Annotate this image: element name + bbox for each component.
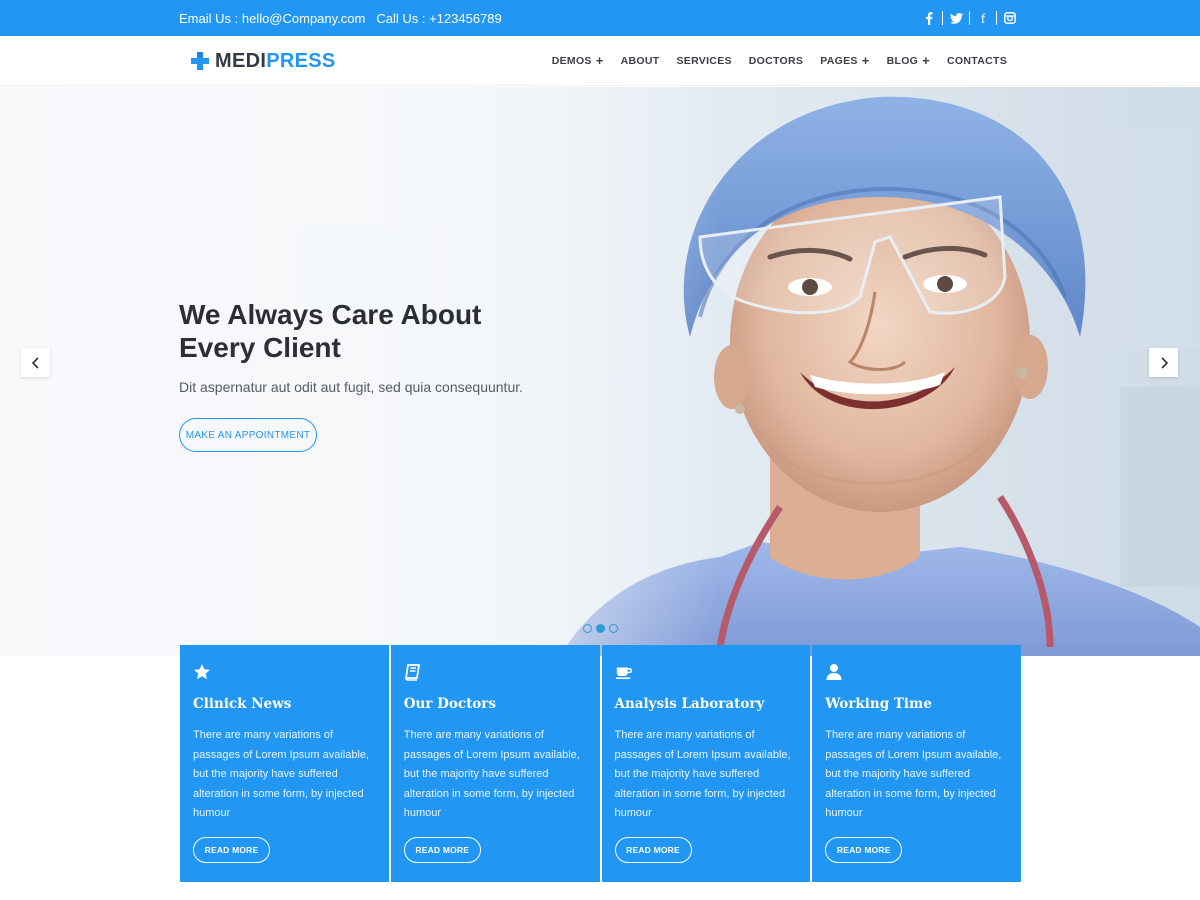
read-more-button[interactable]: READ MORE bbox=[403, 837, 481, 863]
star-icon bbox=[194, 664, 210, 680]
nav-item-doctors[interactable]: DOCTORS bbox=[749, 55, 803, 67]
submenu-plus-icon: + bbox=[595, 53, 604, 68]
nav-item-label: DOCTORS bbox=[748, 55, 804, 67]
slider-pagination bbox=[583, 624, 618, 633]
card-text: There are many variations of passages of… bbox=[825, 729, 1002, 819]
read-more-button[interactable]: READ MORE bbox=[614, 837, 692, 863]
nav-item-services[interactable]: SERVICES bbox=[676, 55, 731, 67]
medical-cross-icon bbox=[191, 52, 209, 70]
card-title: Analysis Laboratory bbox=[614, 696, 765, 712]
nav-item-demos[interactable]: DEMOS + bbox=[551, 53, 604, 68]
chevron-right-icon bbox=[1160, 356, 1168, 369]
main-navbar: MEDIPRESS DEMOS + ABOUT SERVICES DOCTORS … bbox=[0, 36, 1200, 86]
nav-item-label: DEMOS bbox=[551, 55, 592, 67]
nav-item-label: CONTACTS bbox=[947, 55, 1007, 67]
site-logo[interactable]: MEDIPRESS bbox=[190, 49, 336, 73]
card-text: There are many variations of passages of… bbox=[614, 729, 791, 819]
card-title: Clinick News bbox=[193, 696, 292, 712]
slider-prev-button[interactable] bbox=[21, 348, 50, 377]
read-more-button[interactable]: READ MORE bbox=[825, 837, 903, 863]
slider-next-button[interactable] bbox=[1149, 348, 1178, 377]
nav-item-label: PAGES bbox=[820, 55, 858, 67]
social-links: f bbox=[922, 0, 1017, 36]
contact-info: Email Us : hello@Company.com Call Us : +… bbox=[179, 0, 502, 36]
logo-text-dark: MEDI bbox=[215, 49, 267, 72]
logo-text: MEDIPRESS bbox=[215, 50, 336, 73]
social-divider bbox=[969, 11, 970, 25]
hero-title-line: Every Client bbox=[179, 332, 341, 363]
contact-email[interactable]: Email Us : hello@Company.com bbox=[179, 11, 365, 26]
chevron-left-icon bbox=[31, 356, 39, 369]
twitter-icon[interactable] bbox=[949, 11, 963, 25]
user-icon bbox=[826, 664, 842, 680]
nav-item-about[interactable]: ABOUT bbox=[621, 55, 660, 67]
hero-title-line: We Always Care About bbox=[179, 299, 482, 330]
book-icon bbox=[404, 664, 420, 681]
nav-item-label: BLOG bbox=[886, 55, 919, 67]
nav-item-label: ABOUT bbox=[620, 55, 660, 67]
social-divider bbox=[942, 11, 943, 25]
service-card-our-doctors: Our Doctors There are many variations of… bbox=[390, 645, 600, 882]
service-card-analysis-laboratory: Analysis Laboratory There are many varia… bbox=[601, 645, 811, 882]
nav-item-contacts[interactable]: CONTACTS bbox=[947, 55, 1007, 67]
social-divider bbox=[996, 11, 997, 25]
hero-overlay bbox=[0, 87, 720, 656]
google-plus-glyph: f bbox=[981, 12, 986, 25]
logo-text-blue: PRESS bbox=[266, 49, 336, 72]
card-title: Our Doctors bbox=[403, 696, 497, 712]
slider-dot-active[interactable] bbox=[596, 624, 605, 633]
nav-item-pages[interactable]: PAGES + bbox=[820, 53, 870, 68]
read-more-button[interactable]: READ MORE bbox=[193, 837, 270, 863]
slider-dot[interactable] bbox=[609, 624, 618, 633]
nav-item-label: SERVICES bbox=[676, 55, 732, 67]
contact-phone[interactable]: Call Us : +123456789 bbox=[376, 11, 501, 26]
hero-subtitle: Dit aspernatur aut odit aut fugit, sed q… bbox=[179, 379, 524, 395]
service-card-working-time: Working Time There are many variations o… bbox=[812, 645, 1021, 882]
make-appointment-button[interactable]: MAKE AN APPOINTMENT bbox=[179, 418, 317, 452]
submenu-plus-icon: + bbox=[861, 53, 870, 68]
facebook-icon[interactable] bbox=[922, 11, 936, 25]
google-plus-icon[interactable]: f bbox=[976, 11, 990, 25]
card-text: There are many variations of passages of… bbox=[403, 729, 580, 819]
service-cards: Clinick News There are many variations o… bbox=[180, 645, 1021, 882]
top-bar: Email Us : hello@Company.com Call Us : +… bbox=[0, 0, 1200, 36]
service-card-clinick-news: Clinick News There are many variations o… bbox=[180, 645, 389, 882]
main-menu: DEMOS + ABOUT SERVICES DOCTORS PAGES + BLO… bbox=[552, 36, 1007, 86]
nav-item-blog[interactable]: BLOG + bbox=[886, 53, 931, 68]
hero-title: We Always Care About Every Client bbox=[179, 298, 579, 364]
card-text: There are many variations of passages of… bbox=[193, 729, 370, 819]
card-title: Working Time bbox=[825, 696, 932, 712]
coffee-cup-icon bbox=[615, 667, 632, 680]
instagram-icon[interactable] bbox=[1003, 11, 1017, 25]
submenu-plus-icon: + bbox=[922, 53, 931, 68]
hero-slider: We Always Care About Every Client Dit as… bbox=[0, 87, 1200, 656]
slider-dot[interactable] bbox=[583, 624, 592, 633]
